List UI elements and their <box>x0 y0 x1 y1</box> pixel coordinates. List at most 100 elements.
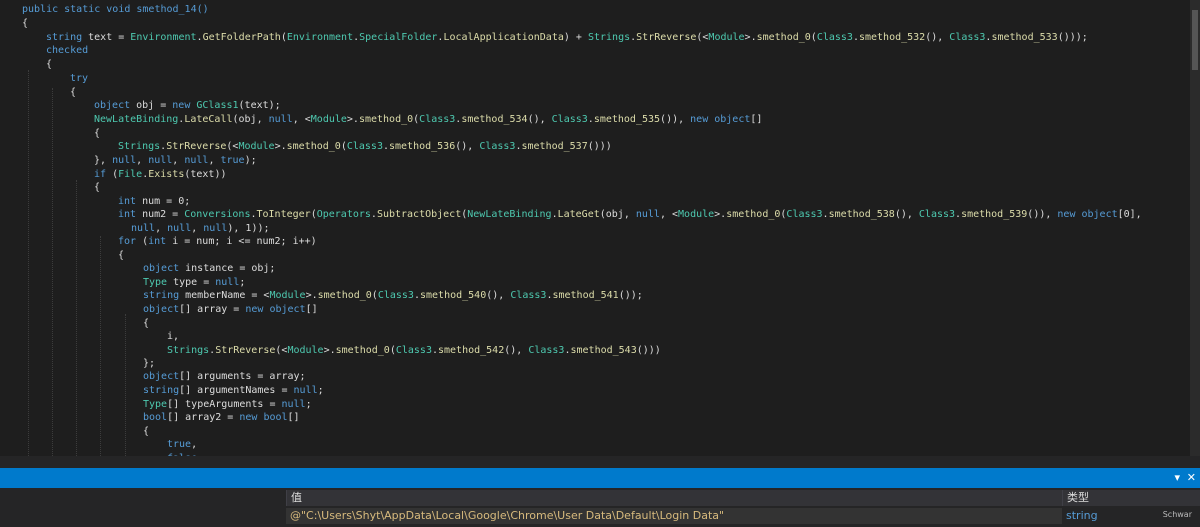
code-token: , <box>136 155 149 166</box>
code-token: , < <box>292 114 311 125</box>
code-line[interactable]: object obj = new GClass1(text); <box>94 99 281 112</box>
code-line[interactable]: bool[] array2 = new bool[] <box>143 411 300 424</box>
code-token: { <box>46 59 53 70</box>
code-token: try <box>70 73 89 84</box>
code-line[interactable]: NewLateBinding.LateCall(obj, null, <Modu… <box>94 113 762 126</box>
watch-value-cell[interactable]: @"C:\Users\Shyt\AppData\Local\Google\Chr… <box>286 508 1062 524</box>
code-token: >. <box>744 32 757 43</box>
code-token: Class3 <box>949 32 986 43</box>
code-token: Class3 <box>816 32 853 43</box>
code-token: object <box>143 304 180 315</box>
code-token: new <box>239 412 258 423</box>
code-line[interactable]: object instance = obj; <box>143 262 275 275</box>
code-token: StrReverse <box>215 345 276 356</box>
code-line[interactable]: object[] array = new object[] <box>143 303 318 316</box>
code-token: [] <box>287 412 300 423</box>
code-line[interactable]: string text = Environment.GetFolderPath(… <box>46 31 1088 44</box>
code-token: NewLateBinding <box>94 114 179 125</box>
dropdown-icon[interactable]: ▾ <box>1174 471 1180 484</box>
code-token: object <box>1081 209 1118 220</box>
code-token: { <box>94 128 101 139</box>
code-token: object <box>94 100 131 111</box>
column-header-value[interactable]: 值 <box>286 490 1062 506</box>
code-line[interactable]: Strings.StrReverse(<Module>.smethod_0(Cl… <box>118 140 612 153</box>
code-token: Conversions <box>184 209 251 220</box>
code-token: Class3 <box>786 209 823 220</box>
code-token: ) + <box>563 32 588 43</box>
code-token: ToInteger <box>256 209 311 220</box>
code-line[interactable]: int num = 0; <box>118 195 190 208</box>
code-line[interactable]: checked <box>46 44 88 57</box>
code-token: (text)) <box>184 169 227 180</box>
code-line[interactable]: }, null, null, null, true); <box>94 154 257 167</box>
code-line[interactable]: { <box>118 249 124 262</box>
indent-guide <box>100 236 101 456</box>
code-line[interactable]: i, <box>167 330 179 343</box>
code-token: for <box>118 236 137 247</box>
code-line[interactable]: string[] argumentNames = null; <box>143 384 324 397</box>
code-token: Class3 <box>510 290 547 301</box>
code-token: , <box>191 439 198 450</box>
code-line[interactable]: { <box>46 58 52 71</box>
code-token: bool <box>263 412 288 423</box>
code-token: [] array = <box>179 304 246 315</box>
code-token: smethod_534 <box>461 114 528 125</box>
code-token: smethod_0 <box>756 32 811 43</box>
code-line[interactable]: { <box>22 17 28 30</box>
code-line[interactable]: string memberName = <Module>.smethod_0(C… <box>143 289 643 302</box>
code-line[interactable]: { <box>94 127 100 140</box>
code-line[interactable]: if (File.Exists(text)) <box>94 168 227 181</box>
code-token: object <box>714 114 751 125</box>
code-line[interactable]: try <box>70 72 88 85</box>
code-token: new <box>172 100 191 111</box>
code-line[interactable]: object[] arguments = array; <box>143 370 306 383</box>
code-line[interactable]: int num2 = Conversions.ToInteger(Operato… <box>118 208 1142 221</box>
code-token: new <box>1057 209 1076 220</box>
code-token: smethod_532 <box>858 32 926 43</box>
code-token: i = num; i <= num2; i++) <box>166 236 317 247</box>
code-token: Module <box>310 114 347 125</box>
code-token: bool <box>143 412 168 423</box>
code-token: ())) <box>636 345 661 356</box>
code-token: [0], <box>1117 209 1142 220</box>
code-line[interactable]: null, null, null), 1)); <box>131 222 270 235</box>
code-editor[interactable]: public static void smethod_14() {string t… <box>0 0 1190 456</box>
code-token: Class3 <box>479 141 516 152</box>
code-line[interactable]: true, <box>167 438 197 451</box>
code-token: smethod_0 <box>726 209 781 220</box>
code-token: [] typeArguments = <box>167 399 282 410</box>
code-token: null <box>215 277 240 288</box>
code-line[interactable]: public static void smethod_14() <box>22 3 209 16</box>
code-line[interactable]: }; <box>143 357 155 370</box>
code-token: int <box>118 209 137 220</box>
code-line[interactable]: { <box>70 86 76 99</box>
code-line[interactable]: { <box>143 317 149 330</box>
code-token: object <box>143 371 180 382</box>
code-token: ( <box>136 236 149 247</box>
code-token: SpecialFolder <box>359 32 438 43</box>
code-token: num = 0; <box>136 196 191 207</box>
code-line[interactable]: Type[] typeArguments = null; <box>143 398 312 411</box>
code-token: Class3 <box>528 345 565 356</box>
code-token: string <box>143 290 180 301</box>
column-header-type[interactable]: 类型 <box>1062 490 1200 506</box>
code-token: (obj, <box>232 114 269 125</box>
vertical-scrollbar[interactable] <box>1190 0 1200 456</box>
code-line[interactable]: Type type = null; <box>143 276 245 289</box>
watch-panel-titlebar[interactable]: ▾ ✕ <box>0 468 1200 488</box>
code-token: Class3 <box>377 290 414 301</box>
code-line[interactable]: { <box>94 181 100 194</box>
panel-separator <box>0 456 1200 468</box>
code-token: [] arguments = array; <box>179 371 306 382</box>
code-line[interactable]: { <box>143 425 149 438</box>
scrollbar-thumb[interactable] <box>1192 10 1198 70</box>
code-token: (text); <box>238 100 281 111</box>
code-line[interactable]: for (int i = num; i <= num2; i++) <box>118 235 317 248</box>
code-token: >. <box>346 114 359 125</box>
code-token: >. <box>323 345 336 356</box>
code-line[interactable]: Strings.StrReverse(<Module>.smethod_0(Cl… <box>167 344 661 357</box>
close-icon[interactable]: ✕ <box>1187 471 1196 484</box>
code-token: ; <box>305 399 312 410</box>
code-token: ()), <box>660 114 691 125</box>
code-token: null <box>268 114 293 125</box>
